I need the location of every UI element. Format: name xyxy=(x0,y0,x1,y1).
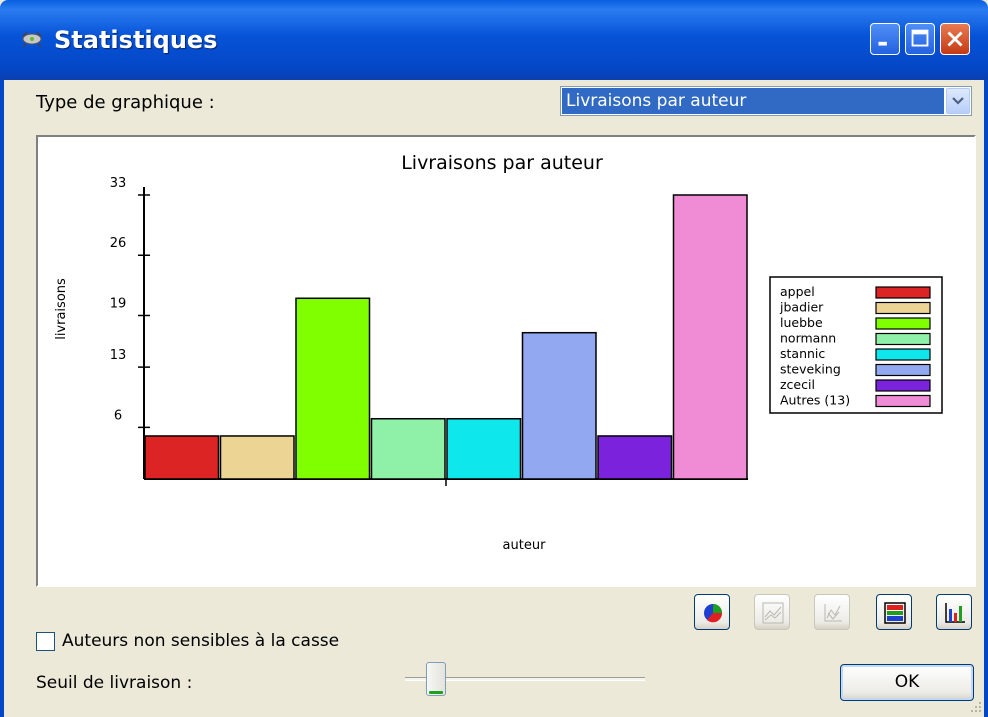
legend-swatch xyxy=(875,363,931,377)
y-tick-label: 6 xyxy=(114,408,122,423)
title-bar[interactable]: Statistiques xyxy=(0,0,988,80)
bar-appel xyxy=(144,435,220,480)
legend-label: luebbe xyxy=(780,315,823,330)
legend-label: Autres (13) xyxy=(780,393,850,408)
legend-swatch xyxy=(875,301,931,315)
bar-chart: Livraisons par auteur livraisons auteur … xyxy=(54,152,943,553)
close-icon xyxy=(947,31,963,47)
legend-label: jbadier xyxy=(779,300,824,315)
y-tick-label: 13 xyxy=(110,348,127,363)
ok-button[interactable]: OK xyxy=(840,664,974,701)
bar-jbadier xyxy=(219,435,295,480)
legend-swatch xyxy=(875,317,931,330)
chevron-down-icon xyxy=(952,97,964,105)
legend-label: zcecil xyxy=(780,377,815,392)
stacked-bar-chart-button[interactable] xyxy=(876,594,912,630)
minimize-button[interactable] xyxy=(870,23,900,55)
threshold-slider-thumb[interactable] xyxy=(426,662,446,696)
minimize-icon xyxy=(878,41,887,46)
chart-type-value: Livraisons par auteur xyxy=(562,88,944,114)
legend-swatch xyxy=(875,394,931,408)
maximize-icon xyxy=(911,29,929,47)
pie-chart-button[interactable] xyxy=(694,594,730,630)
chart-title: Livraisons par auteur xyxy=(401,152,603,174)
y-axis-label: livraisons xyxy=(54,278,69,340)
window-title: Statistiques xyxy=(54,26,218,54)
x-axis-label: auteur xyxy=(503,538,547,553)
scatter-chart-button[interactable] xyxy=(814,594,850,630)
close-button[interactable] xyxy=(940,23,970,55)
app-icon xyxy=(22,31,42,48)
chart-type-select[interactable]: Livraisons par auteur xyxy=(560,86,972,116)
legend-label: steveking xyxy=(780,362,841,377)
y-tick-label: 19 xyxy=(110,296,127,311)
bar-autres-13- xyxy=(672,194,748,480)
legend-swatch xyxy=(875,379,931,392)
bar-chart-icon xyxy=(945,603,965,623)
bar-luebbe xyxy=(295,297,371,480)
dropdown-button[interactable] xyxy=(946,88,970,114)
chart-type-label: Type de graphique : xyxy=(36,92,215,113)
legend-label: appel xyxy=(780,284,815,299)
scatter-chart-icon xyxy=(824,604,842,622)
line-chart-button[interactable] xyxy=(754,594,790,630)
stacked-bar-chart-icon xyxy=(884,602,906,624)
resize-grip-icon[interactable] xyxy=(968,699,982,713)
legend-swatch xyxy=(875,332,931,346)
legend-swatch xyxy=(875,348,931,361)
chart-panel: Livraisons par auteur livraisons auteur … xyxy=(36,135,976,587)
case-insensitive-label[interactable]: Auteurs non sensibles à la casse xyxy=(62,631,339,651)
y-tick-label: 33 xyxy=(110,176,127,191)
threshold-label: Seuil de livraison : xyxy=(36,673,193,693)
line-chart-icon xyxy=(762,602,784,624)
bar-normann xyxy=(370,418,446,480)
legend-label: normann xyxy=(780,331,836,346)
bar-chart-button[interactable] xyxy=(936,594,972,630)
y-tick-label: 26 xyxy=(110,236,127,251)
bar-stannic xyxy=(446,418,522,480)
bar-steveking xyxy=(521,331,597,480)
maximize-button[interactable] xyxy=(905,23,935,55)
pie-chart-icon xyxy=(704,604,723,623)
bar-zcecil xyxy=(597,435,673,480)
case-insensitive-checkbox[interactable] xyxy=(36,632,55,651)
legend-swatch xyxy=(875,286,931,299)
legend-label: stannic xyxy=(780,346,825,361)
